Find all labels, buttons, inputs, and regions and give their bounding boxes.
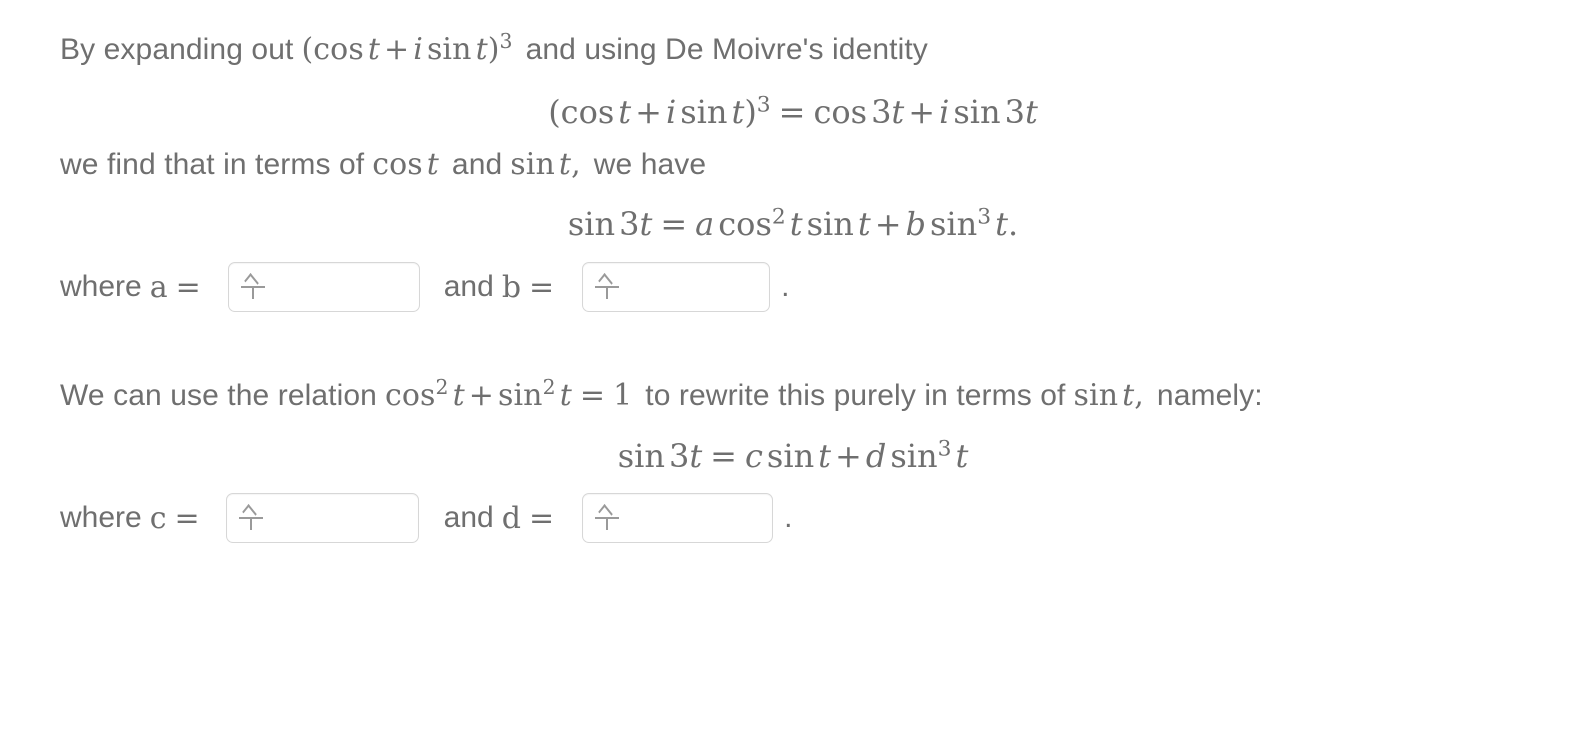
conjunction-and-2: and — [443, 501, 494, 534]
third-line-math-identity: cos2 t + sin2 t = 1 — [384, 375, 633, 413]
variable-a-label: a — [149, 269, 168, 305]
intro-line-before: By expanding out — [60, 33, 294, 66]
variable-d-label: d — [501, 500, 521, 536]
second-line-middle: and — [451, 148, 503, 181]
math-entry-cursor-icon — [595, 504, 621, 531]
conjunction-and-1: and — [443, 270, 494, 303]
rewritten-equation: sin 3t = c sin t + d sin3 t — [617, 436, 969, 475]
equals-sign-a: = — [175, 269, 201, 305]
equals-sign-c: = — [174, 500, 200, 536]
where-label-1: where — [60, 270, 142, 303]
math-entry-cursor-icon — [240, 273, 267, 300]
answer-input-d[interactable] — [582, 493, 774, 543]
third-line-after: namely: — [1156, 379, 1263, 412]
math-entry-cursor-icon — [595, 273, 621, 300]
second-line-before: we find that in terms of — [60, 148, 365, 181]
math-entry-cursor-icon — [238, 504, 265, 531]
third-line: We can use the relation cos2 t + sin2 t = 1 to r… — [60, 375, 1263, 413]
intro-line-math: (cos t + i sin t)3 — [301, 29, 513, 67]
third-line-math-sin: sin t, — [1073, 378, 1144, 413]
variable-c-label: c — [149, 500, 167, 536]
equals-sign-d: = — [528, 500, 555, 536]
answer-input-a[interactable] — [227, 262, 420, 312]
trailing-period-1: . — [781, 270, 790, 303]
answer-row-c-d: where c = and d = . — [60, 493, 792, 543]
second-line: we find that in terms of cos t and sin t, we h… — [60, 150, 706, 180]
trailing-period-2: . — [784, 501, 793, 534]
expansion-equation: sin 3t = a cos2 t sin t + b sin3 t. — [567, 204, 1019, 243]
third-line-before: We can use the relation — [60, 379, 377, 412]
answer-input-c[interactable] — [225, 493, 419, 543]
problem-page: By expanding out (cos t + i sin t)3 and using D… — [0, 0, 1586, 732]
identity-equation: (cos t + i sin t)3 = cos 3t + i sin 3t — [548, 92, 1038, 131]
equals-sign-b: = — [529, 269, 555, 305]
variable-b-label: b — [501, 269, 522, 305]
intro-line-after: and using De Moivre's identity — [525, 33, 928, 66]
answer-row-a-b: where a = and b = . — [60, 262, 790, 312]
where-label-2: where — [60, 501, 142, 534]
second-line-math-sin: sin t, — [510, 147, 581, 182]
second-line-math-cos: cos t — [372, 147, 439, 182]
intro-line: By expanding out (cos t + i sin t)3 and using D… — [60, 29, 928, 67]
second-line-after: we have — [593, 148, 707, 181]
third-line-middle: to rewrite this purely in terms of — [645, 379, 1066, 412]
answer-input-b[interactable] — [582, 262, 771, 312]
